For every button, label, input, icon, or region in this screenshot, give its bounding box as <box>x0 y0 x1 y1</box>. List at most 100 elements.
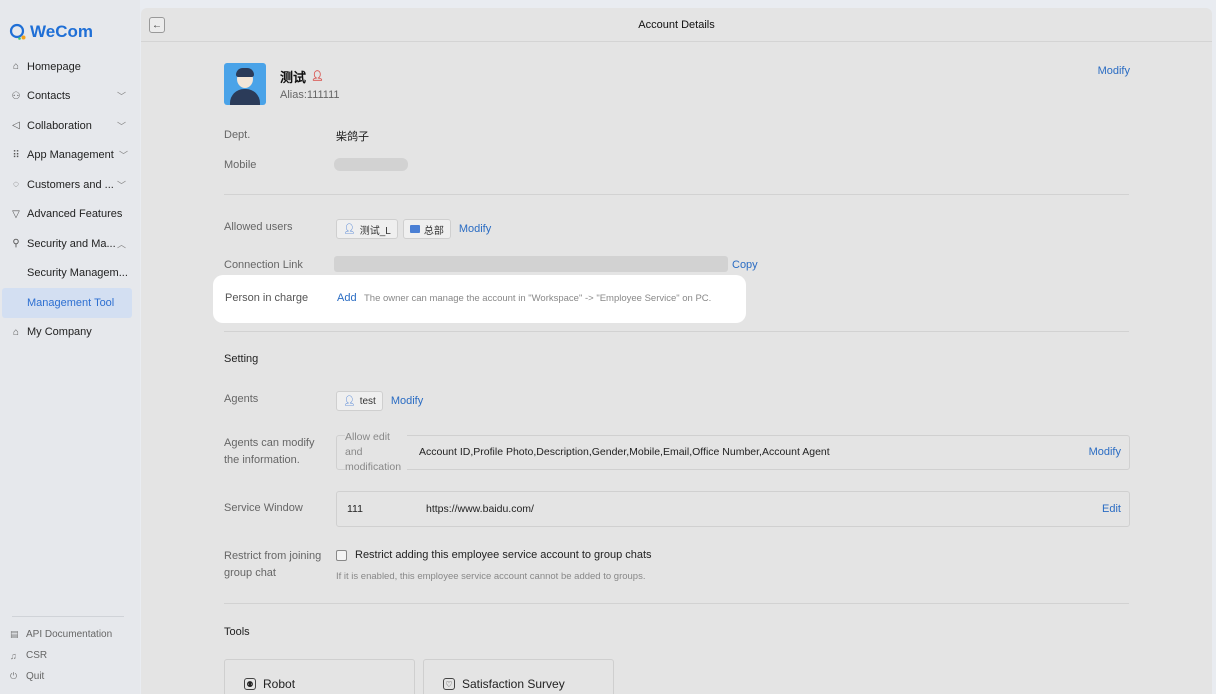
robot-icon: ⚉ <box>244 678 256 690</box>
allow-edit-legend: Allow edit and modification <box>345 430 407 475</box>
person-in-charge-row: Person in charge Add The owner can manag… <box>213 275 746 323</box>
page-header: ← Account Details <box>141 8 1212 42</box>
footer-item-label: CSR <box>26 650 48 661</box>
sidebar-divider <box>12 616 124 617</box>
allowed-users-list: 👤︎ 测试_L 总部 Modify <box>336 219 491 239</box>
footer-item-api-documentation[interactable]: ▤ API Documentation <box>10 624 112 645</box>
dept-label: Dept. <box>224 129 251 141</box>
power-icon: ⏻ <box>10 671 18 681</box>
service-window-url[interactable]: https://www.baidu.com/ <box>426 503 534 515</box>
sidebar-item-label: Management Tool <box>27 296 115 309</box>
divider <box>224 194 1129 195</box>
footer-item-quit[interactable]: ⏻ Quit <box>10 666 112 687</box>
sidebar-item-management-tool[interactable]: Management Tool <box>2 288 132 318</box>
contacts-icon: ⚇ <box>11 90 21 102</box>
home-icon: ⌂ <box>12 61 20 73</box>
sidebar-item-security[interactable]: ⚲ Security and Ma... ︿ <box>0 229 140 259</box>
brand-name: WeCom <box>30 22 93 41</box>
allowed-users-label: Allowed users <box>224 221 293 233</box>
agent-chip[interactable]: 👤︎ test <box>336 391 383 411</box>
chevron-down-icon: ﹀ <box>116 121 126 132</box>
avatar[interactable] <box>224 63 266 105</box>
sidebar-footer: ▤ API Documentation ♫ CSR ⏻ Quit <box>10 624 112 687</box>
sidebar-item-label: Security Managem... <box>27 267 128 280</box>
sidebar-item-label: My Company <box>27 326 92 339</box>
footer-item-label: Quit <box>26 671 45 682</box>
person-in-charge-note: The owner can manage the account in "Wor… <box>364 293 712 304</box>
dept-value: 柴鸽子 <box>336 131 369 143</box>
advanced-icon: ▽ <box>12 208 20 220</box>
agents-list: 👤︎ test Modify <box>336 391 423 411</box>
restrict-group-chat-option[interactable]: Restrict adding this employee service ac… <box>355 549 652 561</box>
agents-modify-info-label: Agents can modify the information. <box>224 437 315 466</box>
chevron-down-icon: ﹀ <box>118 150 128 161</box>
doc-icon: ▤ <box>10 629 19 639</box>
sidebar-nav: ⌂ Homepage ⚇ Contacts ﹀ ◁ Collaboration … <box>0 52 140 347</box>
mobile-label: Mobile <box>224 159 257 171</box>
sidebar: WeCom ⌂ Homepage ⚇ Contacts ﹀ ◁ Collabor… <box>0 0 140 694</box>
user-icon: 👤︎ <box>311 71 324 82</box>
wecom-logo-icon <box>9 23 26 40</box>
sidebar-item-customers[interactable]: ◌ Customers and ... ﹀ <box>0 170 140 200</box>
page-title: Account Details <box>638 18 715 31</box>
mobile-value-masked <box>334 158 408 171</box>
allow-edit-fields: Account ID,Profile Photo,Description,Gen… <box>419 446 830 458</box>
copy-link-button[interactable]: Copy <box>732 259 758 271</box>
sidebar-item-label: Customers and ... <box>27 178 114 191</box>
restrict-group-chat-checkbox[interactable] <box>336 550 347 561</box>
chevron-up-icon: ︿ <box>116 239 126 250</box>
wecom-logo[interactable]: WeCom <box>9 22 93 42</box>
tool-label: Satisfaction Survey <box>462 677 565 691</box>
sidebar-item-collaboration[interactable]: ◁ Collaboration ﹀ <box>0 111 140 141</box>
sidebar-item-label: Homepage <box>27 60 81 73</box>
profile-alias: Alias:111111 <box>280 89 340 101</box>
sidebar-item-label: App Management <box>27 149 114 162</box>
chevron-down-icon: ﹀ <box>116 180 126 191</box>
back-button[interactable]: ← <box>149 17 165 33</box>
tools-section-title: Tools <box>224 626 250 638</box>
sidebar-item-security-management[interactable]: Security Managem... <box>0 259 140 289</box>
connection-link-label: Connection Link <box>224 259 303 271</box>
survey-icon: ♡ <box>443 678 455 690</box>
sidebar-item-my-company[interactable]: ⌂ My Company <box>0 318 140 348</box>
collaboration-icon: ◁ <box>12 120 20 132</box>
divider <box>224 331 1129 332</box>
customers-icon: ◌ <box>13 179 19 191</box>
robot-tool-card[interactable]: ⚉ Robot <box>224 659 415 694</box>
service-window-label: Service Window <box>224 502 303 514</box>
arrow-left-icon: ← <box>152 19 162 31</box>
modify-allow-edit-link[interactable]: Modify <box>1089 446 1121 458</box>
modify-allowed-users-link[interactable]: Modify <box>459 223 491 235</box>
profile-name: 测试 <box>280 70 307 85</box>
profile-header: 测试 👤︎ Alias:111111 <box>224 63 340 105</box>
allowed-user-chip[interactable]: 👤︎ 测试_L <box>336 219 398 239</box>
sidebar-item-label: Advanced Features <box>27 208 123 221</box>
person-in-charge-label: Person in charge <box>225 292 309 304</box>
sidebar-item-homepage[interactable]: ⌂ Homepage <box>0 52 140 82</box>
footer-item-csr[interactable]: ♫ CSR <box>10 645 112 666</box>
sidebar-item-label: Contacts <box>27 90 71 103</box>
satisfaction-survey-tool-card[interactable]: ♡ Satisfaction Survey <box>423 659 614 694</box>
agents-label: Agents <box>224 393 259 405</box>
user-icon: 👤︎ <box>343 223 356 235</box>
company-icon: ⌂ <box>12 326 20 338</box>
sidebar-item-app-management[interactable]: ⠿ App Management ﹀ <box>0 141 140 171</box>
chevron-down-icon: ﹀ <box>116 91 126 102</box>
modify-profile-link[interactable]: Modify <box>1098 65 1130 77</box>
service-window-box: 111 https://www.baidu.com/ Edit <box>336 491 1130 527</box>
folder-icon <box>409 225 420 233</box>
sidebar-item-label: Security and Ma... <box>27 237 116 250</box>
edit-service-window-link[interactable]: Edit <box>1102 503 1121 515</box>
security-icon: ⚲ <box>12 238 20 250</box>
service-window-name: 111 <box>347 503 363 515</box>
headset-icon: ♫ <box>10 650 17 661</box>
modify-agents-link[interactable]: Modify <box>391 395 423 407</box>
allowed-department-chip[interactable]: 总部 <box>402 219 451 239</box>
divider <box>224 603 1129 604</box>
sidebar-item-contacts[interactable]: ⚇ Contacts ﹀ <box>0 82 140 112</box>
main-panel: ← Account Details 测试 👤︎ Alias:111111 Mod… <box>141 8 1212 694</box>
allow-edit-box: Allow edit and modification Account ID,P… <box>336 430 1130 475</box>
sidebar-item-advanced-features[interactable]: ▽ Advanced Features <box>0 200 140 230</box>
add-person-in-charge-link[interactable]: Add <box>337 292 357 304</box>
restrict-group-chat-note: If it is enabled, this employee service … <box>336 571 646 582</box>
